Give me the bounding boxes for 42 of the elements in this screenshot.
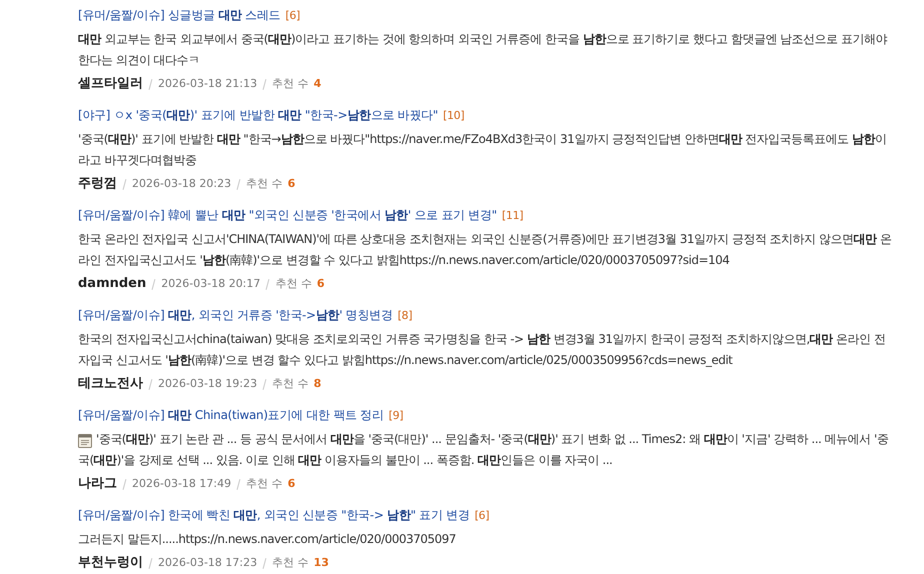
post-date: 2026-03-18 19:23 <box>158 376 258 392</box>
author-name[interactable]: 셀프타일러 <box>78 73 143 95</box>
author-name[interactable]: 주렁껌 <box>78 173 117 195</box>
author-name[interactable]: 테크노전사 <box>78 373 143 395</box>
comment-count: [11] <box>502 208 524 224</box>
author-name[interactable]: damnden <box>78 273 146 295</box>
comment-count: [6] <box>474 508 490 524</box>
post-date: 2026-03-18 20:23 <box>132 176 232 192</box>
comment-count: [8] <box>398 308 412 324</box>
comment-count: [9] <box>388 408 404 424</box>
recommend-count: 6 <box>288 176 296 192</box>
post-excerpt: 그러든지 말든지.....https://n.news.naver.com/article/020/0003705097 <box>78 531 457 548</box>
recommend-label: 추천 수 <box>275 276 312 292</box>
recommend-label: 추천 수 <box>272 376 309 392</box>
post-excerpt: '중국(대만)' 표기에 반발한 대만 "한국→남한으로 바꿨다"https://naver.me/FZo4BXd3한국이 31일까지 긍정적인답변 안하면대만 전자입국등록표에도 남한이라고 바꾸겟다며협박중 <box>78 131 888 169</box>
post-title[interactable]: [유머/움짤/이슈] 대만, 외국인 거류증 '한국->남한' 명칭변경 <box>78 304 393 326</box>
comment-count: [6] <box>285 8 300 24</box>
post-date: 2026-03-18 20:17 <box>161 276 260 292</box>
post-date: 2026-03-18 17:23 <box>158 555 258 571</box>
post-date: 2026-03-18 21:13 <box>158 76 258 92</box>
post-excerpt: '중국(대만)' 표기 논란 관 ... 등 공식 문서에서 대만을 '중국(대만)' ... 문임출처- '중국(대만)' 표기 변화 없 ... Times2: 왜 대만이 '지금' 강력하 ... 메뉴에서 '중국(대만)'을 강제로 선택 ... 있음. 이로 인해 대만 이용자들의 불만이 ... 폭증함. 대만인들은 이를 자국이 ... <box>78 431 890 469</box>
recommend-label: 추천 수 <box>272 76 309 92</box>
recommend-count: 13 <box>314 555 329 571</box>
post-title[interactable]: [유머/움짤/이슈] 대만 China(tiwan)표기에 대한 팩트 정리 <box>78 404 384 426</box>
post-excerpt: 한국 온라인 전자입국 신고서'CHINA(TAIWAN)'에 따른 상호대응 조치현재는 외국인 신분증(거류증)에만 표기변경3월 31일까지 긍정적 조치하지 않으면대만 온라인 전자입국신고서도 '남한(南韓)'으로 변경할 수 있다고 밝힘https://n.news.naver.com/article/020/0003705097?sid=104 <box>78 231 892 269</box>
recommend-label: 추천 수 <box>246 476 283 492</box>
post-date: 2026-03-18 17:49 <box>132 476 232 492</box>
recommend-count: 6 <box>288 476 296 492</box>
post-title[interactable]: [유머/움짤/이슈] 韓에 뿔난 대만 "외국인 신분증 '한국에서 남한' 으로 표기 변경" <box>78 204 497 226</box>
recommend-count: 6 <box>316 276 325 292</box>
recommend-count: 4 <box>314 76 322 92</box>
post-title[interactable]: [유머/움짤/이슈] 싱글벙글 대만 스레드 <box>78 4 280 26</box>
recommend-label: 추천 수 <box>246 176 283 192</box>
author-name[interactable]: 나라그 <box>78 473 117 495</box>
post-excerpt: 대만 외교부는 한국 외교부에서 중국(대만)이라고 표기하는 것에 항의하며 외국인 거류증에 한국을 남한으로 표기하기로 했다고 함댓글엔 남조선으로 표기해야 한다는 의견이 대다수ㅋ <box>78 31 888 69</box>
recommend-count: 8 <box>314 376 322 392</box>
recommend-label: 추천 수 <box>272 555 309 571</box>
post-title[interactable]: [유머/움짤/이슈] 한국에 빡친 대만, 외국인 신분증 "한국-> 남한" 표기 변경 <box>78 504 470 526</box>
comment-count: [10] <box>442 108 464 124</box>
post-excerpt: 한국의 전자입국신고서china(taiwan) 맞대응 조치로외국인 거류증 국가명칭을 한국 -> 남한 변경3월 31일까지 한국이 긍정적 조치하지않으면,대만 온라인 전자입국 신고서도 '남한(南韓)'으로 변경 할수 있다고 밝힘https://n.news.naver.com/article/025/0003509956?cds=news_edit <box>78 331 886 369</box>
author-name[interactable]: 부천누렁이 <box>78 552 143 574</box>
post-title[interactable]: [야구] ㅇx '중국(대만)' 표기에 반발한 대만 "한국->남한으로 바꿨다" <box>78 104 438 126</box>
